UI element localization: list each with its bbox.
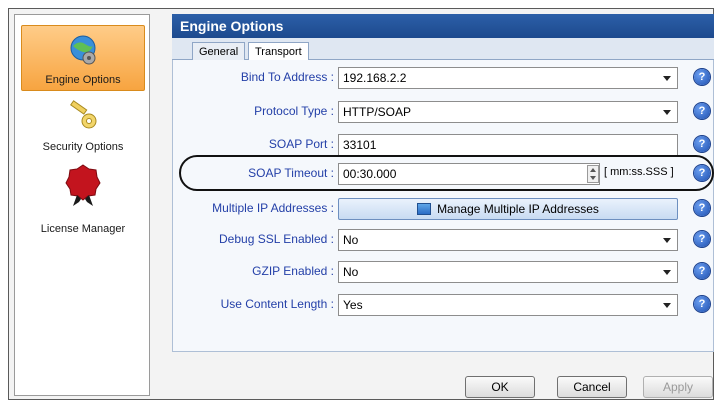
globe-gear-icon <box>70 35 96 65</box>
row-debug-ssl: Debug SSL Enabled : No ? <box>172 229 714 251</box>
content-length-value: Yes <box>343 298 363 312</box>
soap-port-input[interactable]: 33101 <box>338 134 678 156</box>
debug-ssl-select[interactable]: No <box>338 229 678 251</box>
help-icon[interactable]: ? <box>694 263 710 279</box>
sidebar-item-engine-options[interactable]: Engine Options <box>21 25 145 91</box>
cancel-button[interactable]: Cancel <box>557 376 627 398</box>
help-icon[interactable]: ? <box>694 231 710 247</box>
chevron-down-icon[interactable] <box>663 303 671 308</box>
debug-ssl-label: Debug SSL Enabled : <box>219 232 334 246</box>
network-icon <box>417 203 432 215</box>
row-bind-to-address: Bind To Address : 192.168.2.2 ? <box>172 67 714 89</box>
manage-multiple-ip-button[interactable]: Manage Multiple IP Addresses <box>338 198 678 220</box>
sidebar-item-label: Security Options <box>42 141 124 153</box>
row-gzip: GZIP Enabled : No ? <box>172 261 714 283</box>
row-multiple-ip: Multiple IP Addresses : Manage Multiple … <box>172 198 714 220</box>
manage-multiple-ip-label: Manage Multiple IP Addresses <box>437 202 599 216</box>
wax-seal-icon <box>65 164 101 206</box>
row-soap-port: SOAP Port : 33101 ? <box>172 134 714 156</box>
row-soap-timeout: SOAP Timeout : 00:30.000 [ mm:ss.SSS ] ? <box>172 163 714 185</box>
sidebar: Engine Options Security Options License … <box>14 14 150 396</box>
bind-to-address-value: 192.168.2.2 <box>343 71 407 85</box>
gzip-label: GZIP Enabled : <box>252 264 334 278</box>
protocol-type-label: Protocol Type : <box>254 104 334 118</box>
apply-button[interactable]: Apply <box>643 376 713 398</box>
soap-timeout-value: 00:30.000 <box>343 167 397 181</box>
chevron-down-icon[interactable] <box>663 76 671 81</box>
key-icon <box>70 100 97 129</box>
chevron-down-icon[interactable] <box>663 238 671 243</box>
protocol-type-value: HTTP/SOAP <box>343 105 412 119</box>
help-icon[interactable]: ? <box>694 103 710 119</box>
bind-to-address-select[interactable]: 192.168.2.2 <box>338 67 678 89</box>
tab-general[interactable]: General <box>192 42 246 60</box>
page-title: Engine Options <box>172 14 714 38</box>
ok-button[interactable]: OK <box>465 376 535 398</box>
soap-timeout-unit: [ mm:ss.SSS ] <box>604 166 674 178</box>
bind-to-address-label: Bind To Address : <box>240 70 334 84</box>
help-icon[interactable]: ? <box>694 200 710 216</box>
chevron-down-icon[interactable] <box>663 110 671 115</box>
row-protocol-type: Protocol Type : HTTP/SOAP ? <box>172 101 714 123</box>
help-icon[interactable]: ? <box>694 296 710 312</box>
soap-timeout-input[interactable]: 00:30.000 <box>338 163 600 185</box>
help-icon[interactable]: ? <box>694 136 710 152</box>
help-icon[interactable]: ? <box>694 69 710 85</box>
tab-bar: General Transport <box>172 38 714 61</box>
row-content-length: Use Content Length : Yes ? <box>172 294 714 316</box>
content-length-label: Use Content Length : <box>220 297 334 311</box>
tab-transport[interactable]: Transport <box>248 42 309 61</box>
sidebar-item-label: License Manager <box>40 223 126 235</box>
gzip-value: No <box>343 265 359 279</box>
help-icon[interactable]: ? <box>694 165 710 181</box>
gzip-select[interactable]: No <box>338 261 678 283</box>
protocol-type-select[interactable]: HTTP/SOAP <box>338 101 678 123</box>
soap-timeout-label: SOAP Timeout : <box>248 166 334 180</box>
content-length-select[interactable]: Yes <box>338 294 678 316</box>
soap-port-value: 33101 <box>343 138 377 152</box>
sidebar-item-label: Engine Options <box>45 74 121 86</box>
chevron-down-icon[interactable] <box>663 270 671 275</box>
spinner-stepper[interactable] <box>587 165 599 183</box>
sidebar-item-security-options[interactable]: Security Options <box>21 91 145 157</box>
soap-port-label: SOAP Port : <box>268 137 334 151</box>
sidebar-item-license-manager[interactable]: License Manager <box>21 157 145 239</box>
debug-ssl-value: No <box>343 233 359 247</box>
multiple-ip-label: Multiple IP Addresses : <box>212 201 334 215</box>
